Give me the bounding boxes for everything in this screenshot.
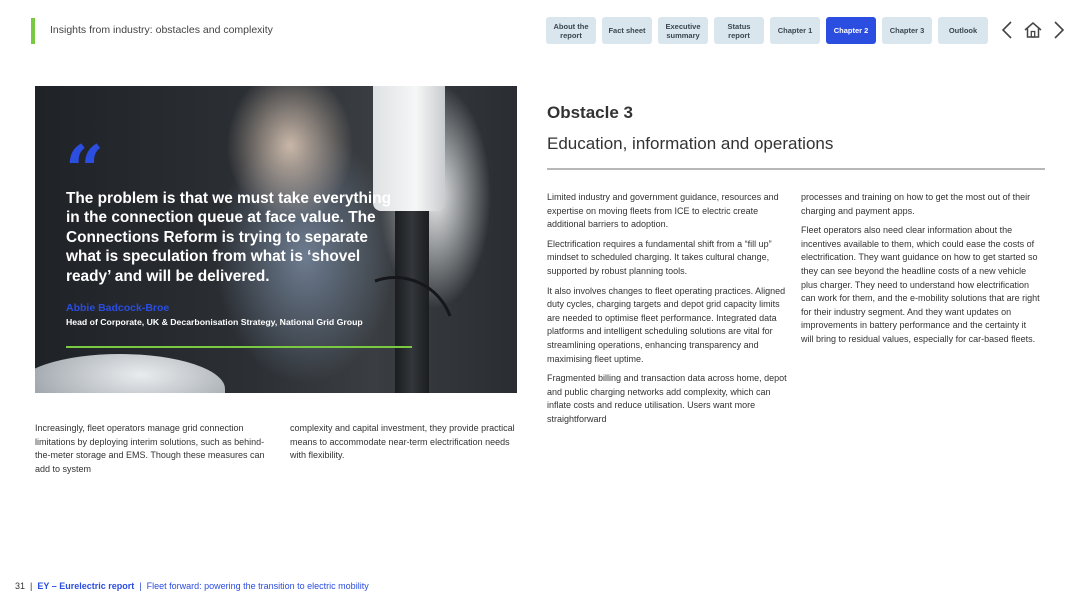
paragraph: Fragmented billing and transaction data … (547, 373, 787, 424)
nav-executive-summary[interactable]: Executive summary (658, 17, 708, 44)
nav-about-report[interactable]: About the report (546, 17, 596, 44)
pull-quote-text: The problem is that we must take everyth… (66, 190, 391, 285)
body-column-1: Limited industry and government guidance… (547, 191, 787, 433)
paragraph: Fleet operators also need clear informat… (801, 225, 1040, 344)
quote-divider (66, 346, 412, 348)
section-divider (547, 168, 1045, 170)
paragraph: processes and training on how to get the… (801, 192, 1031, 216)
body-text-left-col2: complexity and capital investment, they … (290, 423, 515, 461)
top-nav: About the report Fact sheet Executive su… (546, 17, 988, 44)
nav-icon-group (998, 19, 1068, 41)
car-roof (35, 354, 225, 393)
page-number: 31 (15, 581, 26, 591)
body-text-left-col1: Increasingly, fleet operators manage gri… (35, 423, 265, 474)
nav-fact-sheet[interactable]: Fact sheet (602, 17, 652, 44)
footer-report-title: Fleet forward: powering the transition t… (146, 581, 369, 591)
paragraph: It also involves changes to fleet operat… (547, 285, 786, 364)
paragraph: Limited industry and government guidance… (547, 192, 779, 230)
home-icon[interactable] (1022, 19, 1044, 41)
obstacle-label: Obstacle 3 (547, 103, 633, 122)
footer-brand: EY – Eurelectric report (37, 581, 135, 591)
chevron-left-icon[interactable] (998, 19, 1016, 41)
section-header-title: Insights from industry: obstacles and co… (50, 24, 273, 36)
nav-chapter-3[interactable]: Chapter 3 (882, 17, 932, 44)
nav-outlook[interactable]: Outlook (938, 17, 988, 44)
chevron-right-icon[interactable] (1050, 19, 1068, 41)
quote-author-role: Head of Corporate, UK & Decarbonisation … (66, 317, 363, 327)
quote-author-name: Abbie Badcock-Broe (66, 302, 170, 314)
section-title: Education, information and operations (547, 134, 834, 153)
nav-chapter-2[interactable]: Chapter 2 (826, 17, 876, 44)
nav-chapter-1[interactable]: Chapter 1 (770, 17, 820, 44)
nav-status-report[interactable]: Status report (714, 17, 764, 44)
footer-separator: | (139, 581, 142, 591)
paragraph: Electrification requires a fundamental s… (547, 238, 772, 276)
page-footer: 31 | EY – Eurelectric report | Fleet forward… (15, 581, 369, 591)
header-accent-bar (31, 18, 35, 44)
footer-separator: | (30, 581, 33, 591)
body-column-2: processes and training on how to get the… (801, 191, 1041, 353)
